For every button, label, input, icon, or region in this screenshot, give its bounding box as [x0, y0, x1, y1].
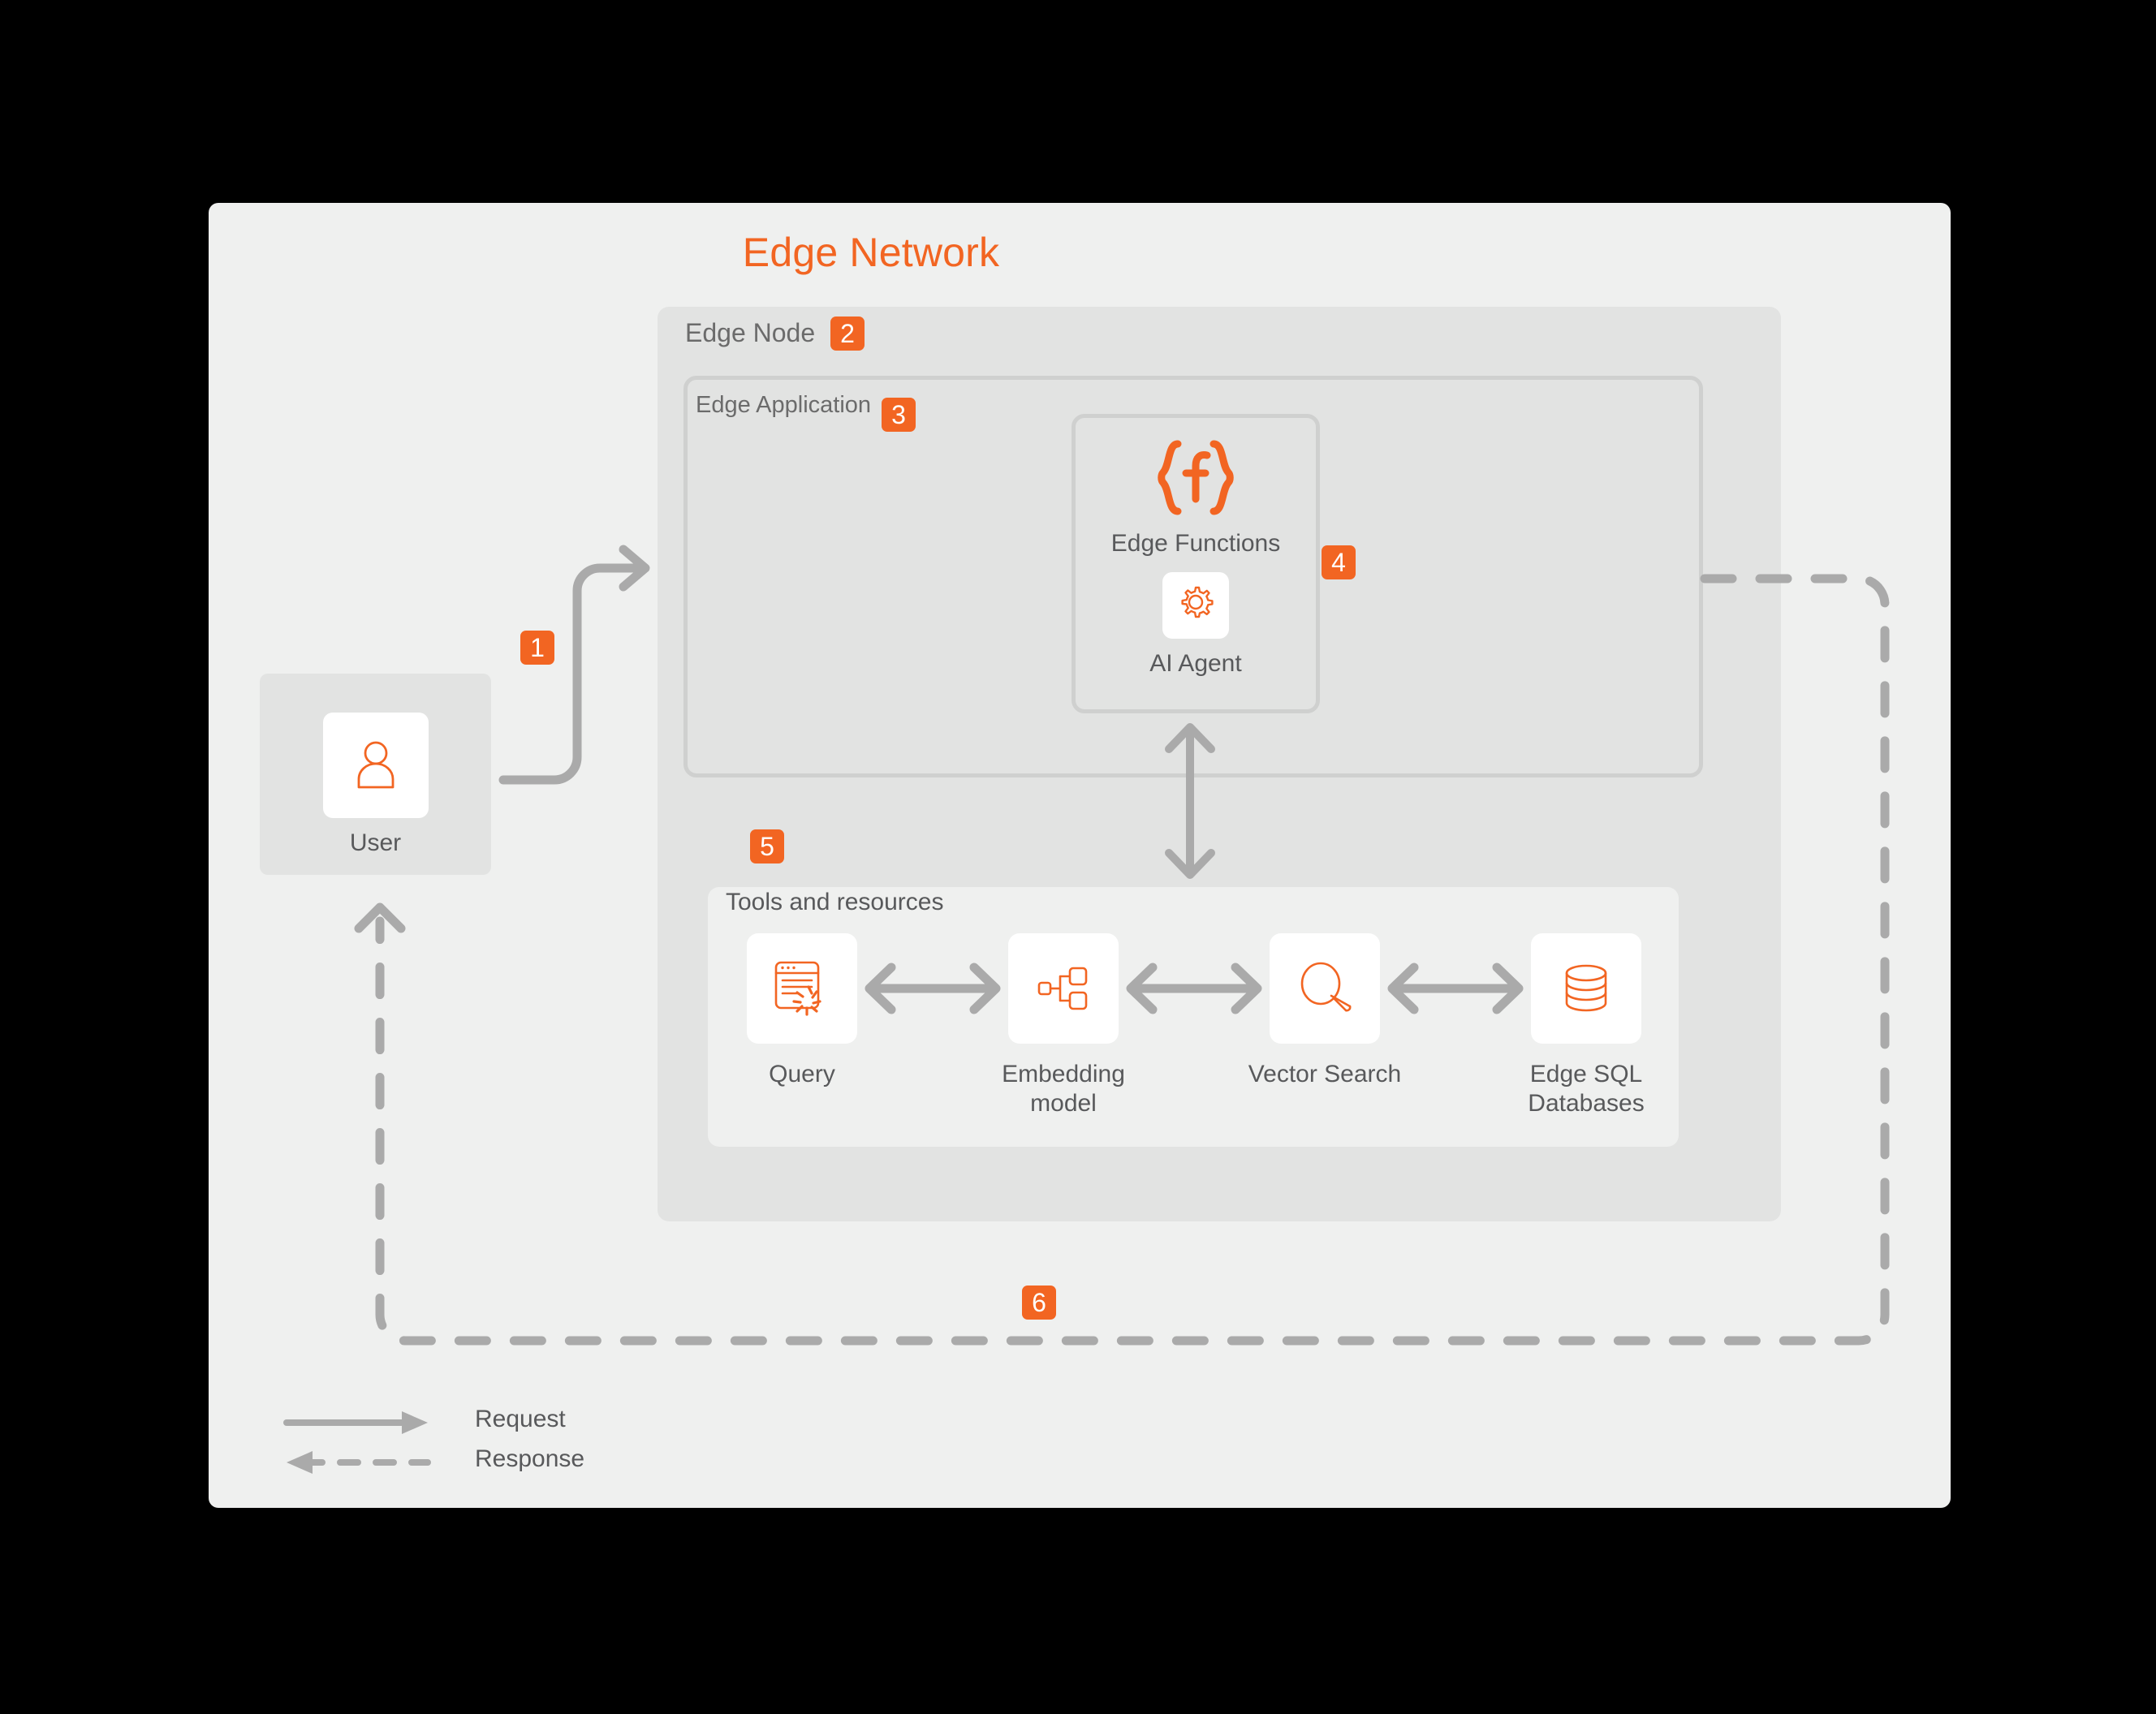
curly-braces-f-icon — [1150, 436, 1241, 520]
database-cylinder-icon — [1550, 953, 1622, 1024]
user-tile[interactable] — [322, 713, 429, 818]
step-badge-2: 2 — [830, 317, 865, 351]
legend-solid-arrow-icon — [283, 1411, 428, 1434]
gear-icon — [1174, 584, 1218, 627]
edge-application-label: Edge Application — [696, 392, 872, 418]
step-badge-1: 1 — [520, 631, 554, 665]
tool-label-line2: model — [1030, 1090, 1097, 1117]
node-tree-icon — [1028, 953, 1099, 1024]
legend: Request Response — [280, 1404, 702, 1484]
legend-label-request: Request — [475, 1406, 566, 1432]
legend-dashed-arrow-icon — [287, 1451, 431, 1474]
legend-row-request: Request — [280, 1404, 702, 1444]
tool-label-embedding-model: Embedding model — [982, 1060, 1145, 1118]
tool-embedding-model[interactable]: Embedding model — [982, 933, 1145, 1118]
magnifier-icon — [1289, 953, 1360, 1024]
tool-label-query: Query — [769, 1061, 835, 1087]
tool-label-vector-search: Vector Search — [1248, 1061, 1402, 1087]
diagram-canvas: Edge Network Edge Node 2 Edge Applicatio… — [0, 0, 2156, 1714]
tool-label-line1: Embedding — [1002, 1061, 1125, 1087]
step-badge-5: 5 — [750, 829, 784, 863]
ai-agent-label: AI Agent — [1149, 650, 1242, 677]
tool-label-line1: Edge SQL — [1529, 1061, 1643, 1087]
page-title: Edge Network — [742, 230, 1000, 275]
step-badge-6: 6 — [1022, 1286, 1056, 1320]
tool-query[interactable]: Query — [721, 933, 883, 1089]
query-window-icon — [766, 953, 838, 1024]
step-badge-3: 3 — [882, 398, 916, 432]
edge-functions-card[interactable]: Edge Functions AI Agent — [1072, 414, 1320, 713]
tool-label-edge-sql-databases: Edge SQL Databases — [1505, 1060, 1667, 1118]
user-node[interactable]: User — [260, 674, 491, 875]
edge-sql-databases-tile[interactable] — [1531, 933, 1641, 1044]
query-tile[interactable] — [747, 933, 857, 1044]
user-label: User — [349, 829, 402, 856]
tool-label-line2: Databases — [1528, 1090, 1645, 1117]
legend-row-response: Response — [280, 1444, 702, 1484]
person-icon — [344, 734, 407, 797]
tools-and-resources-label: Tools and resources — [726, 889, 944, 915]
legend-label-response: Response — [475, 1445, 585, 1472]
edge-node-label: Edge Node — [685, 318, 816, 347]
tool-edge-sql-databases[interactable]: Edge SQL Databases — [1505, 933, 1667, 1118]
edge-functions-label: Edge Functions — [1110, 530, 1281, 557]
embedding-model-tile[interactable] — [1008, 933, 1119, 1044]
tool-vector-search[interactable]: Vector Search — [1244, 933, 1406, 1089]
step-badge-4: 4 — [1322, 545, 1356, 579]
vector-search-tile[interactable] — [1270, 933, 1380, 1044]
ai-agent-tile[interactable] — [1162, 572, 1229, 639]
